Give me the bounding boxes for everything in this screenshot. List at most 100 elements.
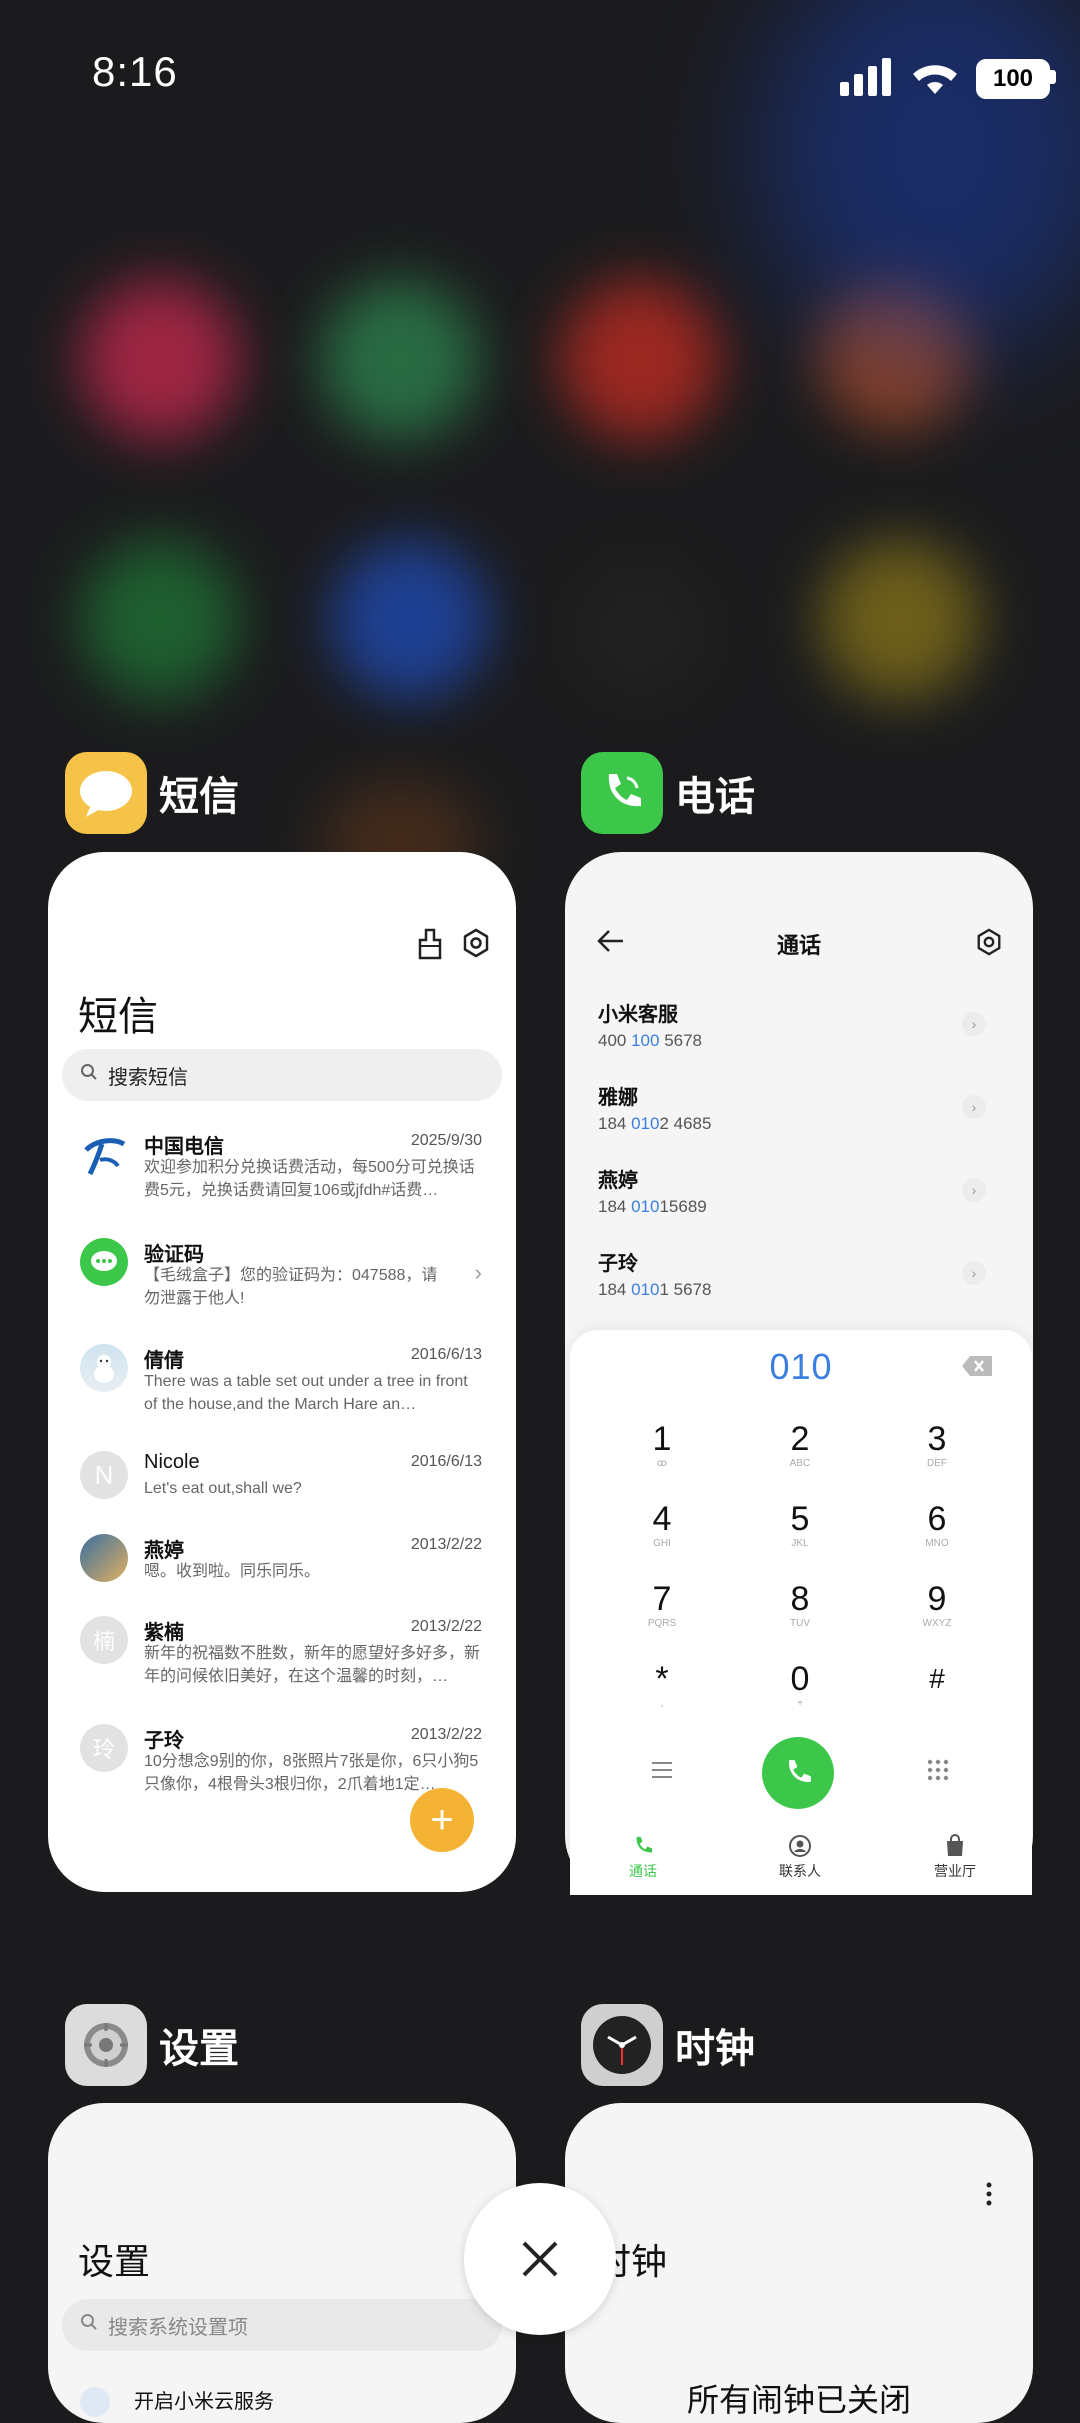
menu-icon[interactable]: [650, 1760, 674, 1785]
settings-app-header[interactable]: 设置: [65, 2004, 239, 2086]
search-placeholder: 搜索系统设置项: [108, 2316, 248, 2339]
contact-item[interactable]: 子玲 184 0101 5678 ›: [598, 1247, 998, 1300]
chevron-right-icon[interactable]: ›: [962, 1095, 986, 1119]
message-preview: 【毛绒盒子】您的验证码为：047588，请勿泄露于他人!: [144, 1267, 438, 1307]
chevron-right-icon: ›: [474, 1260, 482, 1285]
dialpad-panel: 010 1ꝏ 2 ABC 3 DEF 4 GHI 5 JKL 6 MNO 7 PQRS 8T…: [570, 1330, 1032, 1895]
clean-icon[interactable]: [416, 928, 444, 965]
message-sender: 中国电信: [144, 1136, 224, 1158]
contact-number: 184 01015689: [598, 1197, 707, 1216]
settings-search-input[interactable]: 搜索系统设置项: [62, 2299, 502, 2351]
message-sender: 验证码: [144, 1244, 204, 1266]
message-preview: 嗯。收到啦。同乐同乐。: [144, 1563, 321, 1580]
battery-level: 100: [992, 65, 1034, 92]
avatar: N: [80, 1451, 128, 1499]
contact-name: 小米客服: [598, 1004, 678, 1026]
dial-key[interactable]: 6 MNO: [892, 1500, 982, 1550]
message-date: 2025/9/30: [410, 1132, 482, 1149]
list-item[interactable]: 倩倩 2016/6/13 There was a table set out u…: [80, 1344, 482, 1414]
backspace-icon[interactable]: [962, 1356, 992, 1381]
contact-name: 子玲: [598, 1253, 638, 1275]
settings-app-name: 设置: [159, 2027, 239, 2071]
search-icon: [80, 1063, 98, 1087]
contact-icon: [755, 1834, 845, 1861]
new-message-button[interactable]: +: [410, 1788, 474, 1852]
list-item[interactable]: 燕婷 2013/2/22 嗯。收到啦。同乐同乐。: [80, 1534, 482, 1590]
settings-app-icon: [65, 2004, 147, 2086]
avatar: 楠: [80, 1616, 128, 1664]
avatar: [80, 1344, 128, 1392]
chevron-right-icon[interactable]: ›: [962, 1178, 986, 1202]
list-item[interactable]: 中国电信 2025/9/30 欢迎参加积分兑换话费活动，每500分可兑换话费5元…: [80, 1130, 482, 1200]
message-sender: 燕婷: [144, 1540, 184, 1562]
phone-app-header[interactable]: 电话: [581, 752, 755, 834]
clock-app-header[interactable]: 时钟: [581, 2004, 755, 2086]
list-item[interactable]: 楠 紫楠 2013/2/22 新年的祝福数不胜数，新年的愿望好多好多，新年的问候…: [80, 1616, 482, 1686]
contact-item[interactable]: 燕婷 184 01015689 ›: [598, 1164, 998, 1217]
messages-app-header[interactable]: 短信: [65, 752, 239, 834]
settings-card[interactable]: 设置 搜索系统设置项 开启小米云服务: [48, 2103, 516, 2423]
messages-search-input[interactable]: 搜索短信: [62, 1049, 502, 1101]
messages-app-icon: [65, 752, 147, 834]
search-placeholder: 搜索短信: [108, 1066, 188, 1089]
keypad-grid-icon[interactable]: [926, 1758, 950, 1787]
dial-key[interactable]: 0 +: [755, 1660, 845, 1710]
dial-key[interactable]: 9 WXYZ: [892, 1580, 982, 1630]
more-options-icon[interactable]: [985, 2181, 993, 2212]
phone-app-icon: [581, 752, 663, 834]
contact-number: 184 0102 4685: [598, 1114, 712, 1133]
dial-key[interactable]: *,: [617, 1660, 707, 1710]
contact-name: 燕婷: [598, 1170, 638, 1192]
dial-key[interactable]: 8 TUV: [755, 1580, 845, 1630]
china-telecom-logo-icon: [80, 1130, 128, 1178]
message-date: 2016/6/13: [410, 1453, 482, 1470]
contact-item[interactable]: 小米客服 400 100 5678 ›: [598, 998, 998, 1051]
message-date: 2016/6/13: [410, 1346, 482, 1363]
battery-icon: 100: [976, 59, 1050, 99]
dial-key[interactable]: #: [892, 1660, 982, 1698]
chevron-right-icon[interactable]: ›: [962, 1012, 986, 1036]
close-icon: [522, 2241, 558, 2277]
settings-gear-icon[interactable]: [461, 928, 491, 963]
clock-card[interactable]: 时钟 所有闹钟已关闭: [565, 2103, 1033, 2423]
phone-title: 通话: [776, 933, 821, 958]
dial-key[interactable]: 7 PQRS: [617, 1580, 707, 1630]
settings-item-label[interactable]: 开启小米云服务: [134, 2385, 274, 2414]
tab-contacts[interactable]: 联系人: [755, 1834, 845, 1881]
contact-number: 184 0101 5678: [598, 1280, 712, 1299]
dial-key[interactable]: 5 JKL: [755, 1500, 845, 1550]
tab-calls[interactable]: 通话: [598, 1834, 688, 1881]
tab-store[interactable]: 营业厅: [910, 1834, 1000, 1881]
list-item[interactable]: N Nicole 2016/6/13 Let's eat out,shall w…: [80, 1451, 482, 1507]
wifi-icon: [913, 65, 957, 94]
phone-icon: [598, 1834, 688, 1861]
clock-app-icon: [581, 2004, 663, 2086]
dial-key[interactable]: 4 GHI: [617, 1500, 707, 1550]
message-sender: 紫楠: [144, 1622, 184, 1644]
chevron-right-icon[interactable]: ›: [962, 1261, 986, 1285]
status-icons: 100: [840, 56, 1080, 105]
signal-icon: [840, 58, 891, 96]
settings-gear-icon[interactable]: [975, 928, 1003, 961]
list-item[interactable]: 验证码 【毛绒盒子】您的验证码为：047588，请勿泄露于他人! ›: [80, 1238, 482, 1308]
contact-name: 雅娜: [598, 1087, 638, 1109]
message-sender: 倩倩: [144, 1350, 184, 1372]
messages-app-name: 短信: [159, 775, 239, 819]
call-button[interactable]: [762, 1737, 834, 1809]
contact-item[interactable]: 雅娜 184 0102 4685 ›: [598, 1081, 998, 1134]
dial-key[interactable]: 2 ABC: [755, 1420, 845, 1470]
phone-header: 通话: [565, 918, 1033, 966]
dial-key[interactable]: 3 DEF: [892, 1420, 982, 1470]
status-time: 8:16: [92, 48, 178, 95]
list-item[interactable]: 玲 子玲 2013/2/22 10分想念9别的你，8张照片7张是你，6只小狗5只…: [80, 1724, 482, 1794]
avatar: [80, 1534, 128, 1582]
clock-app-name: 时钟: [675, 2027, 755, 2071]
close-all-button[interactable]: [464, 2183, 616, 2335]
status-bar: 8:16 100: [0, 0, 1080, 150]
message-date: 2013/2/22: [410, 1726, 482, 1743]
phone-app-name: 电话: [675, 775, 755, 819]
dial-key[interactable]: 1ꝏ: [617, 1420, 707, 1470]
message-preview: There was a table set out under a tree i…: [144, 1373, 468, 1413]
contact-number: 400 100 5678: [598, 1031, 703, 1050]
chat-bubble-icon: [80, 1238, 128, 1286]
